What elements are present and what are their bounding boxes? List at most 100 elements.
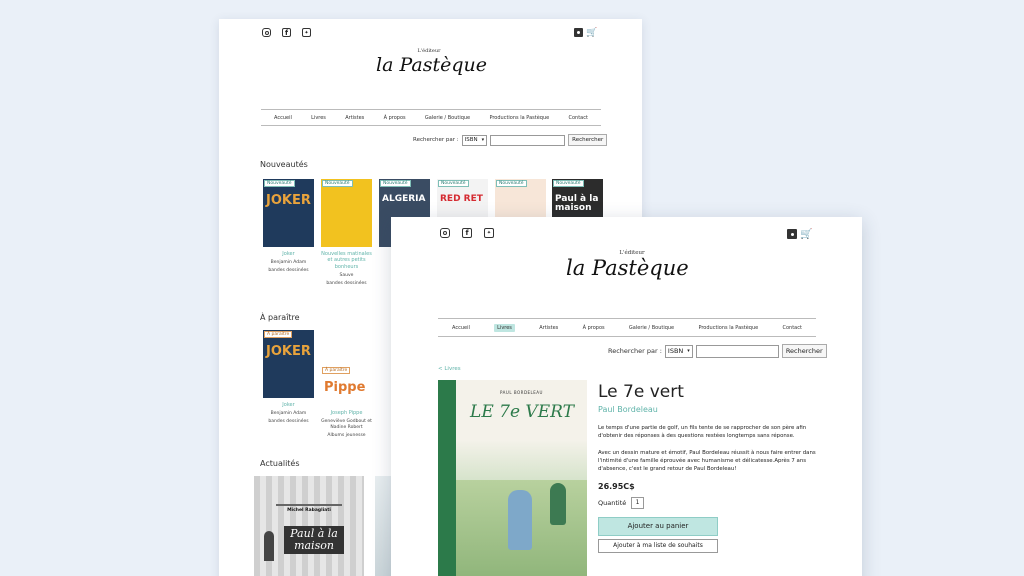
product-description-2: Avec un dessin mature et émotif, Paul Bo… — [598, 450, 816, 473]
book-title[interactable]: Nouvelles matinales et autres petits bon… — [321, 251, 372, 270]
facebook-icon[interactable]: f — [282, 28, 291, 37]
section-title-news: Actualités — [260, 459, 300, 468]
book-cover[interactable]: Nouveauté — [321, 179, 372, 247]
logo[interactable]: la Pastèque — [566, 256, 689, 280]
book-badge: À paraître — [264, 331, 293, 338]
chevron-down-icon: ▾ — [481, 137, 485, 143]
book-cover[interactable]: JOKER Nouveauté — [263, 179, 314, 247]
instagram-icon[interactable] — [262, 28, 271, 37]
book-cover-text: JOKER — [266, 193, 311, 208]
search-bar: Rechercher par : ISBN ▾ Rechercher — [608, 344, 827, 358]
book-badge: Nouveauté — [264, 180, 295, 187]
book-card[interactable]: Nouveauté Nouvelles matinales et autres p… — [321, 179, 372, 286]
search-type-value: ISBN — [464, 137, 478, 143]
chevron-down-icon: ▾ — [687, 348, 690, 354]
cover-title: LE 7e VERT — [470, 402, 574, 422]
search-type-select[interactable]: ISBN ▾ — [664, 344, 693, 358]
product-description-1: Le temps d'une partie de golf, un fils t… — [598, 425, 807, 440]
golfer-figure — [508, 490, 532, 550]
main-nav: Accueil Livres Artistes À propos Galerie… — [438, 318, 816, 337]
cart-icon[interactable]: 🛒 — [800, 228, 813, 240]
search-label: Rechercher par : — [608, 347, 662, 355]
nav-livres[interactable]: Livres — [494, 323, 515, 332]
product-price: 26.95C$ — [598, 482, 635, 491]
section-title-upcoming: À paraître — [260, 313, 300, 322]
book-card[interactable]: Pippe À paraître Joseph Pippe Geneviève God… — [321, 366, 372, 438]
book-title[interactable]: Joker — [263, 402, 314, 408]
back-link[interactable]: < Livres — [438, 366, 461, 372]
search-label: Rechercher par : — [413, 137, 459, 143]
news-cover-author: Michel Rabagliati — [287, 508, 331, 513]
book-badge: Nouveauté — [380, 180, 411, 187]
book-category: bandes dessinées — [268, 268, 309, 274]
nav-a-propos[interactable]: À propos — [384, 115, 406, 121]
book-badge: À paraître — [322, 367, 351, 374]
twitter-icon[interactable]: ✦ — [484, 228, 494, 238]
cover-green-band — [438, 380, 456, 576]
book-author: Geneviève Godbout et Nadine Robert — [321, 419, 372, 431]
search-button[interactable]: Rechercher — [568, 134, 608, 146]
book-author: Sauve — [339, 272, 354, 278]
nav-galerie[interactable]: Galerie / Boutique — [425, 115, 470, 121]
account-icon[interactable] — [574, 28, 583, 37]
search-button[interactable]: Rechercher — [781, 344, 827, 358]
book-cover-text: ALGERIA — [382, 194, 426, 204]
add-to-cart-button[interactable]: Ajouter au panier — [598, 517, 718, 536]
book-cover[interactable]: Pippe À paraître — [321, 366, 372, 406]
book-cover[interactable]: JOKER À paraître — [263, 330, 314, 398]
cart-icon[interactable]: 🛒 — [586, 27, 598, 38]
search-bar: Rechercher par : ISBN ▾ Rechercher — [413, 134, 608, 146]
twitter-icon[interactable]: ✦ — [302, 28, 311, 37]
product-author[interactable]: Paul Bordeleau — [598, 405, 658, 414]
cover-author: PAUL BORDELEAU — [500, 390, 543, 395]
quantity-label: Quantité — [598, 499, 627, 507]
add-to-wishlist-button[interactable]: Ajouter à ma liste de souhaits — [598, 539, 718, 553]
instagram-icon[interactable] — [440, 228, 450, 238]
nav-accueil[interactable]: Accueil — [452, 325, 470, 331]
product-cover[interactable]: PAUL BORDELEAU LE 7e VERT — [438, 380, 587, 576]
product-title: Le 7e vert — [598, 382, 684, 402]
book-card[interactable]: JOKER À paraître Joker Benjamin Adam bandes … — [263, 330, 314, 424]
logo[interactable]: la Pastèque — [376, 54, 487, 76]
section-title-new: Nouveautés — [260, 160, 308, 169]
book-category: bandes dessinées — [268, 419, 309, 425]
main-nav: Accueil Livres Artistes À propos Galerie… — [261, 109, 601, 126]
book-author: Benjamin Adam — [270, 260, 307, 266]
account-icon[interactable] — [787, 229, 797, 239]
nav-contact[interactable]: Contact — [569, 115, 588, 121]
nav-productions[interactable]: Productions la Pastèque — [489, 115, 549, 121]
book-card[interactable]: JOKER Nouveauté Joker Benjamin Adam bandes d… — [263, 179, 314, 273]
book-author: Benjamin Adam — [270, 411, 307, 417]
news-cover-title: Paul à la maison — [284, 526, 344, 555]
nav-productions[interactable]: Productions la Pastèque — [698, 325, 758, 331]
nav-artistes[interactable]: Artistes — [539, 325, 558, 331]
nav-livres[interactable]: Livres — [311, 115, 326, 121]
book-cover-text: JOKER — [266, 344, 311, 359]
book-badge: Nouveauté — [553, 180, 584, 187]
search-type-select[interactable]: ISBN ▾ — [461, 134, 488, 146]
nav-a-propos[interactable]: À propos — [583, 325, 605, 331]
book-cover-text: Pippe — [324, 380, 366, 395]
book-title[interactable]: Joker — [263, 251, 314, 257]
book-badge: Nouveauté — [496, 180, 527, 187]
book-cover-text: RED RET — [440, 194, 483, 204]
book-badge: Nouveauté — [322, 180, 353, 187]
nav-artistes[interactable]: Artistes — [345, 115, 364, 121]
book-title[interactable]: Joseph Pippe — [321, 410, 372, 416]
figure-silhouette — [264, 531, 274, 561]
search-input[interactable] — [490, 134, 566, 146]
nav-contact[interactable]: Contact — [783, 325, 802, 331]
nav-accueil[interactable]: Accueil — [274, 115, 292, 121]
news-image[interactable]: Michel Rabagliati Paul à la maison — [254, 476, 364, 576]
facebook-icon[interactable]: f — [462, 228, 472, 238]
book-category: bandes dessinées — [326, 280, 367, 286]
search-type-value: ISBN — [667, 347, 684, 355]
book-cover-text: Paul à la maison — [555, 194, 599, 213]
golfer-figure-2 — [550, 483, 566, 525]
book-badge: Nouveauté — [438, 180, 469, 187]
product-window: f ✦ 🛒 L'éditeur la Pastèque Accueil Livr… — [391, 217, 862, 576]
nav-galerie[interactable]: Galerie / Boutique — [629, 325, 674, 331]
quantity-input[interactable]: 1 — [631, 497, 644, 509]
search-input[interactable] — [695, 344, 779, 358]
book-category: Albums jeunesse — [327, 432, 366, 438]
